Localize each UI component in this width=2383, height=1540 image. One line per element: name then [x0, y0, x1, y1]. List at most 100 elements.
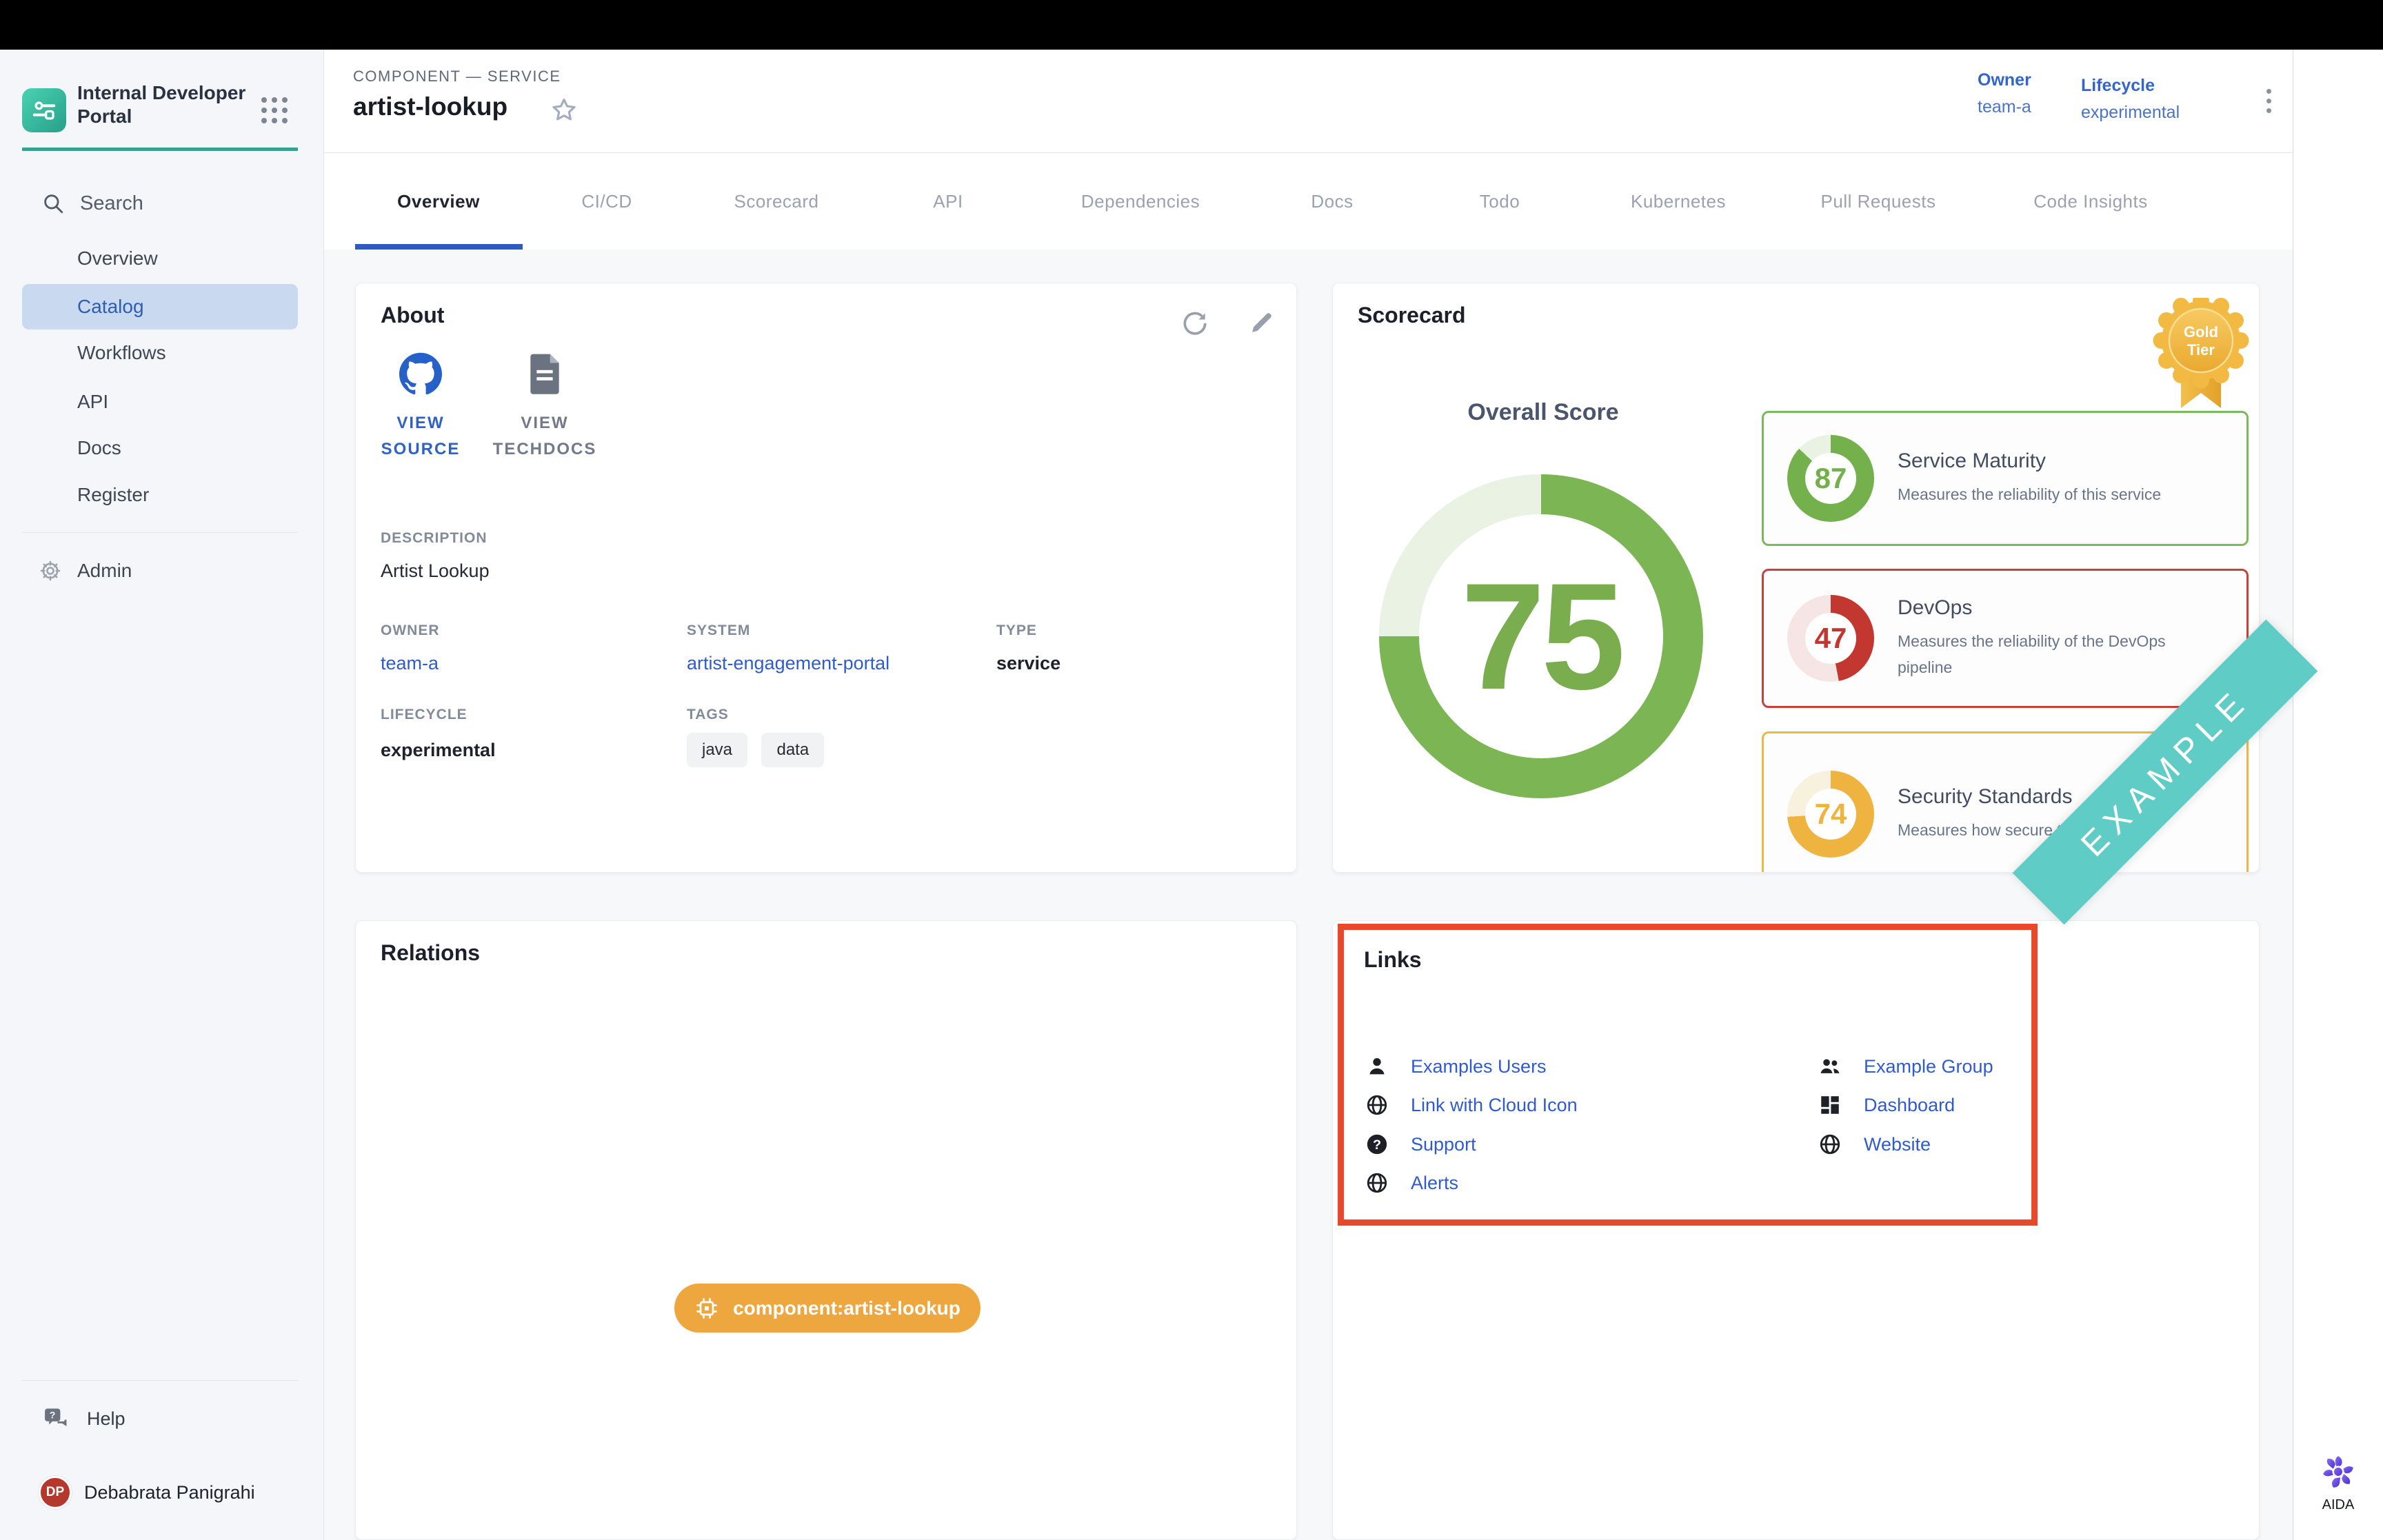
tab-docs[interactable]: Docs: [1311, 153, 1353, 250]
sidebar-item-search[interactable]: Search: [41, 186, 303, 221]
globe-icon: [1365, 1093, 1389, 1117]
link-label[interactable]: Examples Users: [1411, 1056, 1547, 1077]
nav-label: Register: [77, 484, 149, 506]
avatar: DP: [39, 1476, 72, 1509]
system-field-value[interactable]: artist-engagement-portal: [687, 653, 889, 674]
owner-field-label: OWNER: [381, 622, 440, 639]
aida-label: AIDA: [2322, 1497, 2355, 1513]
tab-dependencies[interactable]: Dependencies: [1081, 153, 1200, 250]
refresh-icon[interactable]: [1180, 308, 1210, 338]
owner-value[interactable]: team-a: [1978, 97, 2031, 117]
globe-icon: [1818, 1133, 1842, 1156]
sidebar-item-admin[interactable]: Admin: [39, 550, 301, 591]
page-title: artist-lookup: [353, 92, 507, 121]
score-item-service-maturity[interactable]: 87 Service Maturity Measures the reliabi…: [1762, 411, 2249, 546]
view-source-action[interactable]: VIEW SOURCE: [365, 352, 476, 463]
more-menu-icon[interactable]: [2255, 79, 2282, 123]
tags-field-label: TAGS: [687, 707, 729, 723]
sidebar-divider: [22, 1380, 298, 1381]
overall-score-label: Overall Score: [1436, 399, 1650, 426]
sliders-icon: [30, 97, 58, 124]
edit-pencil-icon[interactable]: [1246, 308, 1276, 338]
view-techdocs-label: VIEW TECHDOCS: [490, 410, 600, 463]
tag-chip[interactable]: data: [761, 733, 824, 767]
score-value: 87: [1815, 462, 1847, 495]
relations-title: Relations: [381, 940, 480, 966]
sidebar-item-help[interactable]: ? Help: [43, 1399, 305, 1438]
aida-assistant-button[interactable]: AIDA: [2314, 1452, 2362, 1518]
sidebar-item-workflows[interactable]: Workflows: [22, 330, 298, 376]
techdocs-file-icon: [525, 352, 565, 395]
relation-chip-label: component:artist-lookup: [733, 1297, 961, 1319]
score-item-name: Service Maturity: [1898, 449, 2161, 473]
link-label[interactable]: Support: [1411, 1134, 1476, 1155]
sidebar-item-overview[interactable]: Overview: [22, 236, 298, 281]
tab-bar: Overview CI/CD Scorecard API Dependencie…: [324, 153, 2293, 250]
lifecycle-field-value: experimental: [381, 740, 496, 761]
tag-chip[interactable]: java: [687, 733, 747, 767]
help-label: Help: [87, 1408, 125, 1430]
link-label[interactable]: Example Group: [1864, 1056, 1993, 1077]
tab-api[interactable]: API: [933, 153, 963, 250]
search-label: Search: [80, 192, 143, 215]
group-icon: [1818, 1055, 1842, 1078]
sidebar-user[interactable]: DP Debabrata Panigrahi: [39, 1472, 314, 1512]
tab-scorecard[interactable]: Scorecard: [734, 153, 819, 250]
link-support[interactable]: ? Support: [1365, 1125, 1779, 1164]
lifecycle-field-label: LIFECYCLE: [381, 707, 467, 723]
sidebar-item-docs[interactable]: Docs: [22, 425, 298, 471]
help-circle-icon: ?: [1365, 1133, 1389, 1156]
favorite-star-icon[interactable]: [549, 95, 579, 125]
entity-kind-breadcrumb: COMPONENT — SERVICE: [353, 68, 561, 85]
description-value: Artist Lookup: [381, 560, 490, 582]
tab-todo[interactable]: Todo: [1480, 153, 1520, 250]
score-item-name: Security Standards: [1898, 785, 2106, 809]
service-maturity-donut: 87: [1787, 435, 1874, 522]
about-title: About: [381, 303, 444, 328]
links-title: Links: [1364, 947, 1422, 973]
owner-label: Owner: [1978, 70, 2031, 90]
view-techdocs-action[interactable]: VIEW TECHDOCS: [490, 352, 600, 463]
svg-text:?: ?: [1373, 1137, 1381, 1153]
link-label[interactable]: Dashboard: [1864, 1095, 1955, 1116]
owner-field-value[interactable]: team-a: [381, 653, 439, 674]
tab-pull-requests[interactable]: Pull Requests: [1821, 153, 1936, 250]
description-label: DESCRIPTION: [381, 530, 487, 547]
view-source-label: VIEW SOURCE: [365, 410, 476, 463]
app-logo[interactable]: [22, 88, 66, 132]
tab-code-insights[interactable]: Code Insights: [2033, 153, 2147, 250]
gold-tier-badge: Gold Tier: [2149, 298, 2253, 415]
link-label[interactable]: Website: [1864, 1134, 1931, 1155]
link-example-group[interactable]: Example Group: [1818, 1047, 2025, 1086]
link-examples-users[interactable]: Examples Users: [1365, 1047, 1779, 1086]
relation-node-chip[interactable]: component:artist-lookup: [674, 1284, 981, 1333]
score-item-devops[interactable]: 47 DevOps Measures the reliability of th…: [1762, 569, 2249, 708]
link-dashboard[interactable]: Dashboard: [1818, 1086, 2025, 1124]
tab-overview[interactable]: Overview: [397, 153, 480, 250]
screen: Internal Developer Portal Search Overvie…: [0, 0, 2383, 1540]
link-alerts[interactable]: Alerts: [1365, 1164, 1779, 1202]
score-item-name: DevOps: [1898, 596, 2187, 620]
link-label[interactable]: Alerts: [1411, 1173, 1458, 1194]
main-area: COMPONENT — SERVICE artist-lookup Owner …: [324, 50, 2293, 1540]
link-with-cloud-icon[interactable]: Link with Cloud Icon: [1365, 1086, 1779, 1124]
search-icon: [41, 192, 65, 215]
nav-label: Workflows: [77, 342, 166, 364]
sidebar-item-register[interactable]: Register: [22, 472, 298, 518]
link-label[interactable]: Link with Cloud Icon: [1411, 1095, 1578, 1116]
sidebar-item-api[interactable]: API: [22, 379, 298, 425]
sidebar-item-catalog[interactable]: Catalog: [22, 284, 298, 330]
help-chat-icon: ?: [43, 1406, 70, 1432]
admin-label: Admin: [77, 560, 132, 582]
right-side-strip: AIDA: [2293, 50, 2383, 1540]
tab-kubernetes[interactable]: Kubernetes: [1631, 153, 1726, 250]
app-grid-icon[interactable]: [259, 95, 290, 125]
about-card: About VIEW SOURCE: [355, 283, 1297, 873]
lifecycle-label: Lifecycle: [2081, 76, 2180, 96]
dashboard-icon: [1818, 1093, 1842, 1117]
tab-cicd[interactable]: CI/CD: [581, 153, 632, 250]
link-website[interactable]: Website: [1818, 1125, 2025, 1164]
user-name: Debabrata Panigrahi: [84, 1482, 255, 1503]
owner-block[interactable]: Owner team-a: [1978, 70, 2031, 117]
type-field-value: service: [996, 653, 1060, 674]
